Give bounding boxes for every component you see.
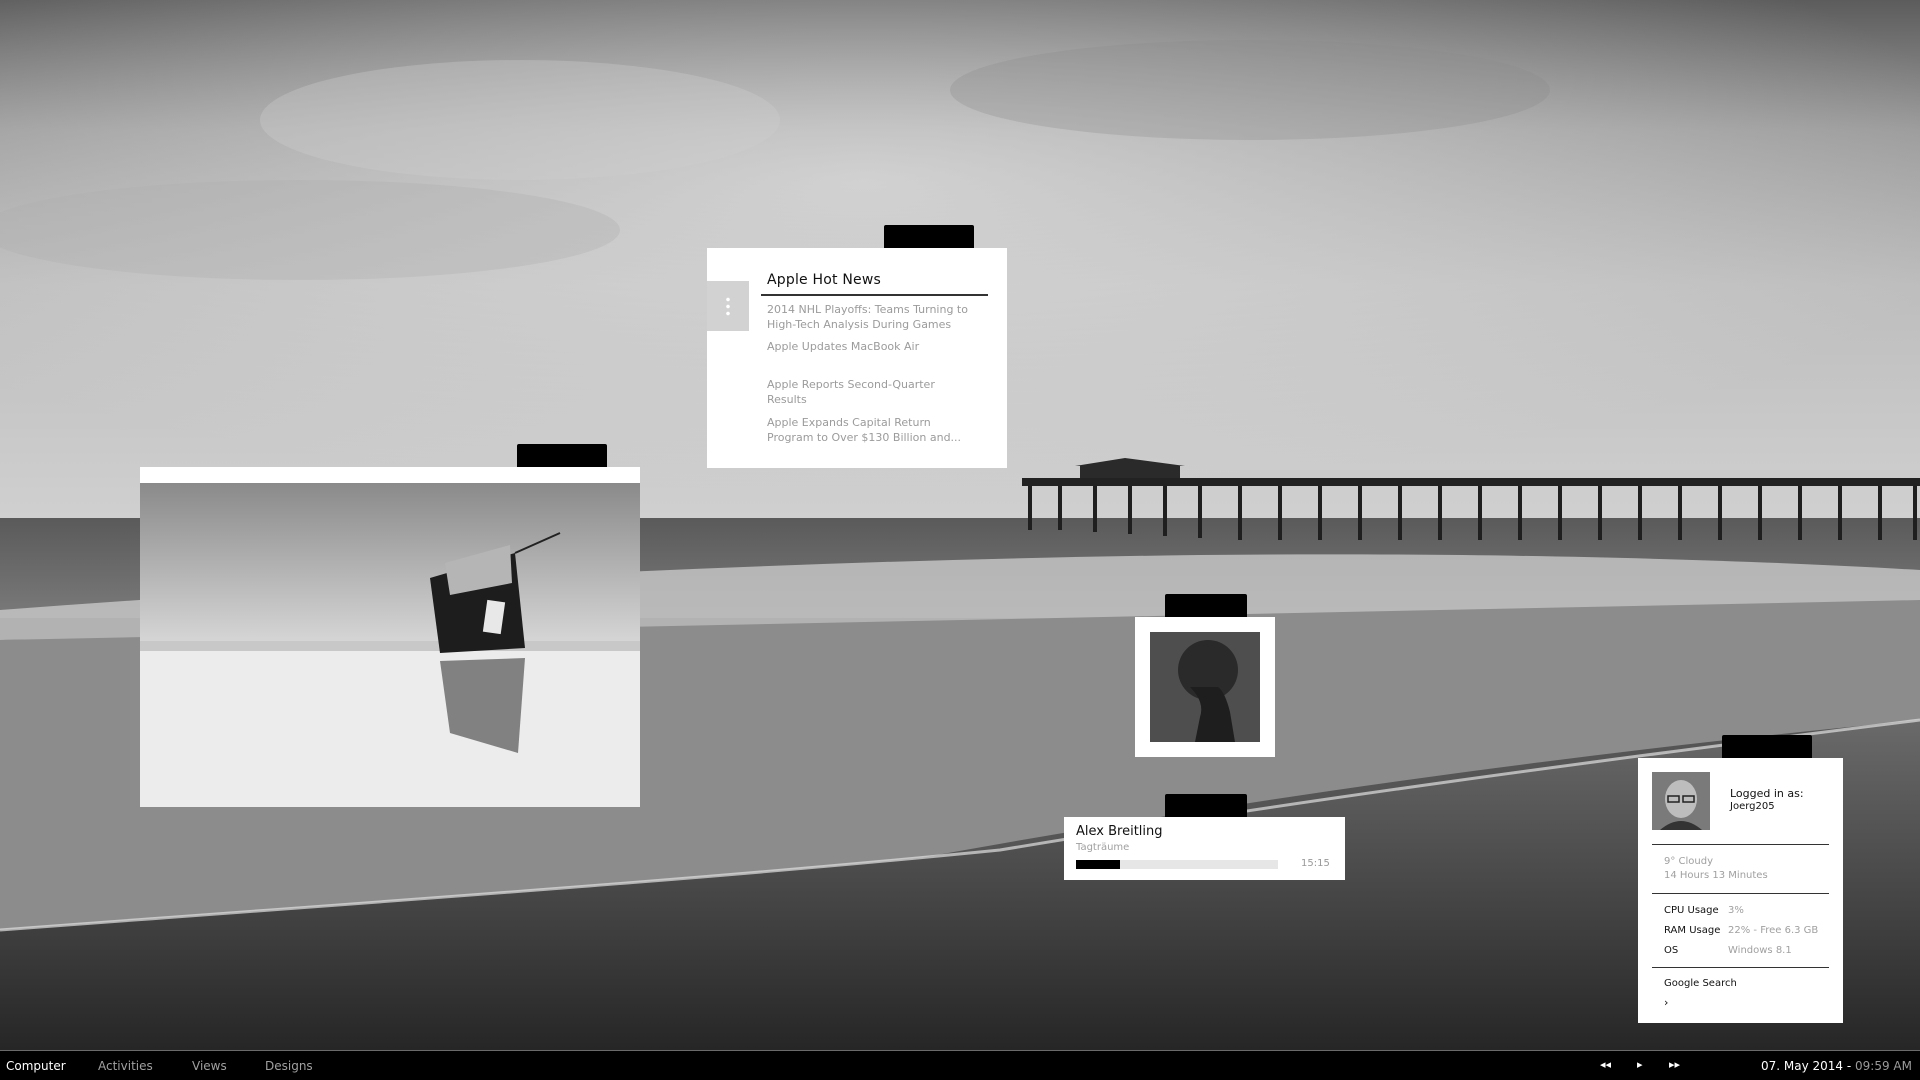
divider [1652,967,1829,968]
taskbar-clock: 07. May 2014 - 09:59 AM [1761,1059,1912,1073]
taskbar-nav-designs[interactable]: Designs [265,1059,313,1073]
taskbar-nav-views[interactable]: Views [192,1059,227,1073]
music-player-widget: Alex Breitling Tagträume 15:15 [1064,817,1345,880]
player-track: Tagträume [1076,842,1130,853]
vertical-dots-icon [726,296,730,316]
player-progress-bar[interactable] [1076,860,1278,869]
uptime-text: 14 Hours 13 Minutes [1664,870,1768,881]
divider [1652,893,1829,894]
album-art-image [1150,632,1260,742]
player-widget-tab[interactable] [1165,794,1247,817]
divider [1652,844,1829,845]
os-value: Windows 8.1 [1728,945,1792,956]
album-art-widget [1135,617,1275,757]
player-progress-fill [1076,860,1121,869]
system-widget-tab[interactable] [1722,735,1812,758]
player-time: 15:15 [1301,858,1330,869]
album-widget-tab[interactable] [1165,594,1247,617]
news-widget-title: Apple Hot News [767,272,881,288]
divider [761,294,988,296]
player-artist: Alex Breitling [1076,824,1163,839]
taskbar-nav-activities[interactable]: Activities [98,1059,153,1073]
news-widget: Apple Hot News 2014 NHL Playoffs: Teams … [707,248,1007,468]
username: Joerg205 [1730,801,1775,812]
news-widget-handle[interactable] [707,281,749,331]
news-item[interactable]: Apple Expands Capital Return Program to … [767,415,977,445]
photo-widget [140,467,640,807]
next-icon[interactable]: ▸▸ [1669,1058,1680,1071]
photo-widget-tab[interactable] [517,444,607,467]
taskbar: Computer Activities Views Designs ◂◂ ▸ ▸… [0,1050,1920,1080]
news-widget-tab[interactable] [884,225,974,248]
news-item[interactable]: Apple Reports Second-Quarter Results [767,377,977,407]
ram-label: RAM Usage [1664,925,1721,936]
weather-text: 9° Cloudy [1664,856,1714,867]
play-icon[interactable]: ▸ [1637,1058,1643,1071]
cpu-value: 3% [1728,905,1744,916]
avatar[interactable] [1652,772,1710,830]
search-go-icon[interactable]: › [1664,996,1668,1009]
clock-date: 07. May 2014 - [1761,1059,1852,1073]
google-search-link[interactable]: Google Search [1664,978,1737,989]
taskbar-nav-computer[interactable]: Computer [6,1059,66,1073]
photo-image[interactable] [140,483,640,807]
logged-in-label: Logged in as: [1730,787,1804,800]
news-item[interactable]: 2014 NHL Playoffs: Teams Turning to High… [767,302,977,332]
clock-time: 09:59 AM [1851,1059,1912,1073]
system-info-widget: Logged in as: Joerg205 9° Cloudy 14 Hour… [1638,758,1843,1023]
os-label: OS [1664,945,1679,956]
cpu-label: CPU Usage [1664,905,1719,916]
previous-icon[interactable]: ◂◂ [1600,1058,1611,1071]
ram-value: 22% - Free 6.3 GB [1728,925,1819,936]
news-item[interactable]: Apple Updates MacBook Air [767,339,977,354]
